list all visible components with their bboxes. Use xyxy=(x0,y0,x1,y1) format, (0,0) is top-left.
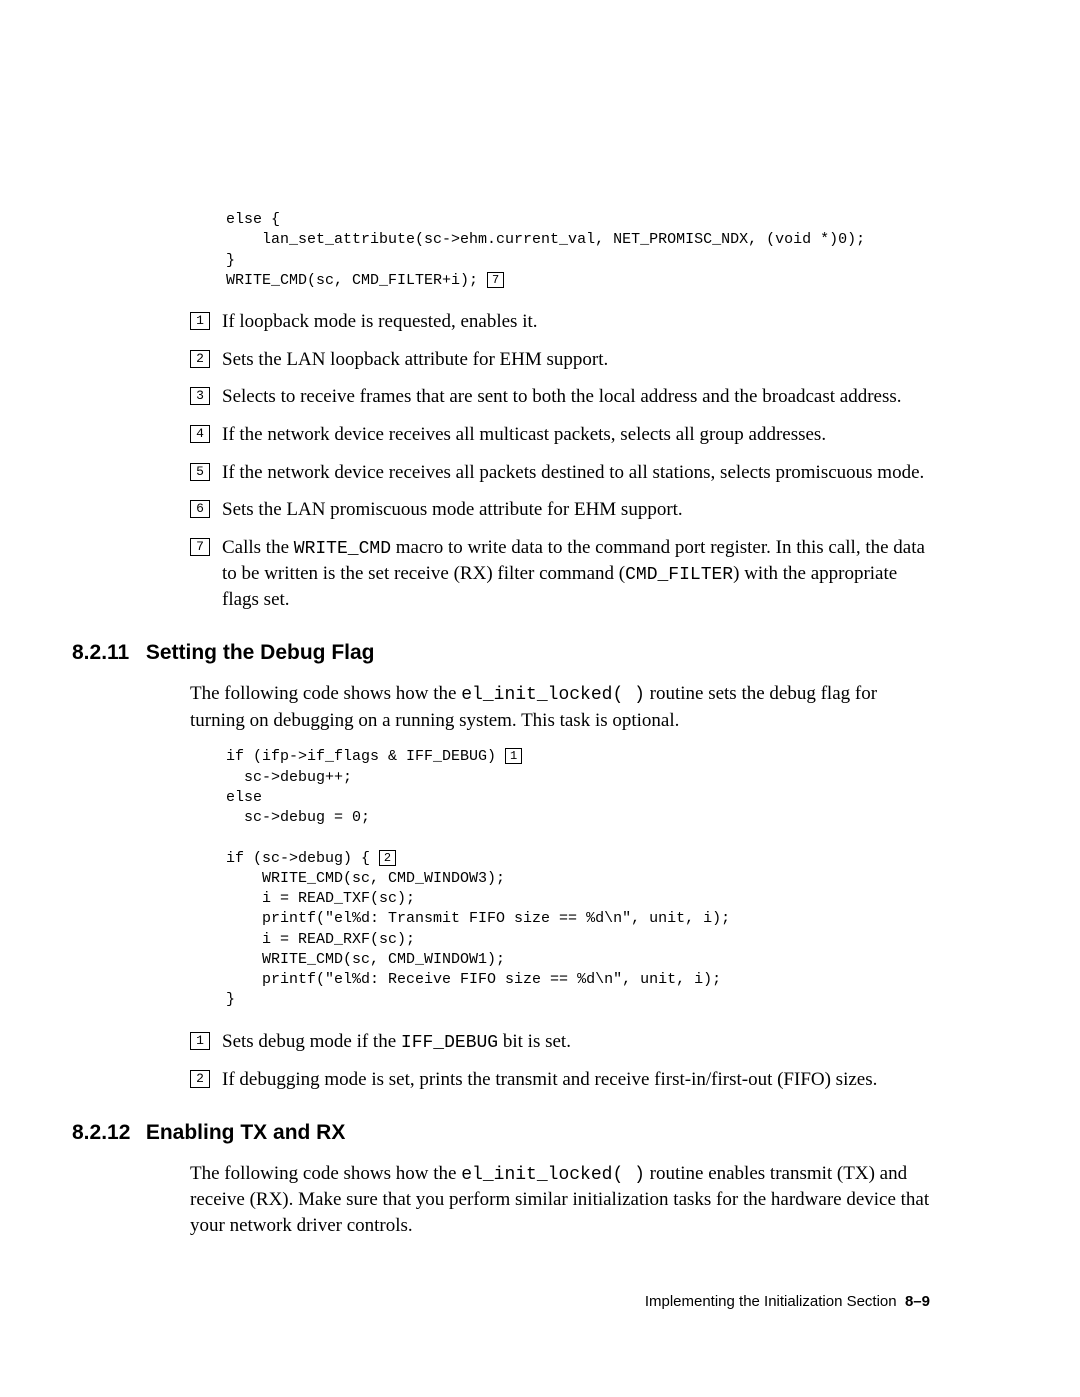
callout-item: 2 If debugging mode is set, prints the t… xyxy=(190,1067,930,1093)
callout-number-1: 1 xyxy=(190,312,210,330)
callout-item: 5 If the network device receives all pac… xyxy=(190,460,930,486)
text-fragment: The following code shows how the xyxy=(190,683,461,704)
callout-item: 7 Calls the WRITE_CMD macro to write dat… xyxy=(190,535,930,613)
callout-marker-1: 1 xyxy=(505,748,522,764)
code-block-filter: else { lan_set_attribute(sc->ehm.current… xyxy=(150,210,930,291)
callout-item: 6 Sets the LAN promiscuous mode attribut… xyxy=(190,497,930,523)
callout-number-2: 2 xyxy=(190,1070,210,1088)
page-number: 8–9 xyxy=(905,1293,930,1310)
text-fragment: Calls the xyxy=(222,537,294,558)
text-fragment: bit is set. xyxy=(498,1031,571,1052)
callout-number-2: 2 xyxy=(190,350,210,368)
callout-marker-2: 2 xyxy=(379,850,396,866)
inline-code: el_init_locked( ) xyxy=(461,1165,645,1185)
code-line: if (sc->debug) { xyxy=(190,850,379,867)
callout-item: 1 Sets debug mode if the IFF_DEBUG bit i… xyxy=(190,1029,930,1055)
callout-item: 2 Sets the LAN loopback attribute for EH… xyxy=(190,347,930,373)
inline-code: IFF_DEBUG xyxy=(401,1033,498,1053)
section-paragraph: The following code shows how the el_init… xyxy=(150,1161,930,1239)
inline-code: WRITE_CMD xyxy=(294,539,391,559)
callout-number-1: 1 xyxy=(190,1032,210,1050)
callout-item: 4 If the network device receives all mul… xyxy=(190,422,930,448)
callout-item: 3 Selects to receive frames that are sen… xyxy=(190,384,930,410)
code-block-debug: if (ifp->if_flags & IFF_DEBUG) 1 sc->deb… xyxy=(150,747,930,1010)
code-line: sc->debug = 0; xyxy=(190,809,370,826)
inline-code: el_init_locked( ) xyxy=(461,685,645,705)
code-line: WRITE_CMD(sc, CMD_FILTER+i); xyxy=(190,272,487,289)
callout-text: Sets the LAN loopback attribute for EHM … xyxy=(222,347,930,373)
callout-text: Calls the WRITE_CMD macro to write data … xyxy=(222,535,930,613)
callout-item: 1 If loopback mode is requested, enables… xyxy=(190,309,930,335)
callout-list-filter: 1 If loopback mode is requested, enables… xyxy=(150,309,930,613)
callout-number-6: 6 xyxy=(190,500,210,518)
section-paragraph: The following code shows how the el_init… xyxy=(150,681,930,733)
callout-text: Sets debug mode if the IFF_DEBUG bit is … xyxy=(222,1029,930,1055)
callout-text: If debugging mode is set, prints the tra… xyxy=(222,1067,930,1093)
section-number: 8.2.12 xyxy=(72,1119,140,1147)
callout-marker-7: 7 xyxy=(487,272,504,288)
page-footer: Implementing the Initialization Section … xyxy=(150,1292,930,1312)
code-line: i = READ_RXF(sc); xyxy=(190,931,415,948)
code-line: } xyxy=(190,991,235,1008)
inline-code: CMD_FILTER xyxy=(625,565,733,585)
callout-number-3: 3 xyxy=(190,387,210,405)
footer-title: Implementing the Initialization Section xyxy=(645,1293,897,1310)
code-line: i = READ_TXF(sc); xyxy=(190,890,415,907)
callout-text: Selects to receive frames that are sent … xyxy=(222,384,930,410)
callout-text: Sets the LAN promiscuous mode attribute … xyxy=(222,497,930,523)
callout-number-4: 4 xyxy=(190,425,210,443)
code-line: printf("el%d: Transmit FIFO size == %d\n… xyxy=(190,910,730,927)
callout-text: If the network device receives all packe… xyxy=(222,460,930,486)
code-line: else xyxy=(190,789,262,806)
section-heading-8-2-12: 8.2.12 Enabling TX and RX xyxy=(72,1119,930,1147)
section-number: 8.2.11 xyxy=(72,639,140,667)
section-title: Setting the Debug Flag xyxy=(146,641,375,664)
code-line: printf("el%d: Receive FIFO size == %d\n"… xyxy=(190,971,721,988)
code-line: if (ifp->if_flags & IFF_DEBUG) xyxy=(190,748,505,765)
code-line: else { xyxy=(190,211,280,228)
callout-text: If loopback mode is requested, enables i… xyxy=(222,309,930,335)
document-page: else { lan_set_attribute(sc->ehm.current… xyxy=(0,0,1080,1373)
code-line: } xyxy=(190,252,235,269)
code-line: sc->debug++; xyxy=(190,769,352,786)
code-line: WRITE_CMD(sc, CMD_WINDOW1); xyxy=(190,951,505,968)
text-fragment: Sets debug mode if the xyxy=(222,1031,401,1052)
code-line: WRITE_CMD(sc, CMD_WINDOW3); xyxy=(190,870,505,887)
section-heading-8-2-11: 8.2.11 Setting the Debug Flag xyxy=(72,639,930,667)
callout-text: If the network device receives all multi… xyxy=(222,422,930,448)
callout-number-7: 7 xyxy=(190,538,210,556)
code-line: lan_set_attribute(sc->ehm.current_val, N… xyxy=(190,231,865,248)
section-title: Enabling TX and RX xyxy=(146,1121,346,1144)
callout-list-debug: 1 Sets debug mode if the IFF_DEBUG bit i… xyxy=(150,1029,930,1093)
text-fragment: The following code shows how the xyxy=(190,1163,461,1184)
callout-number-5: 5 xyxy=(190,463,210,481)
